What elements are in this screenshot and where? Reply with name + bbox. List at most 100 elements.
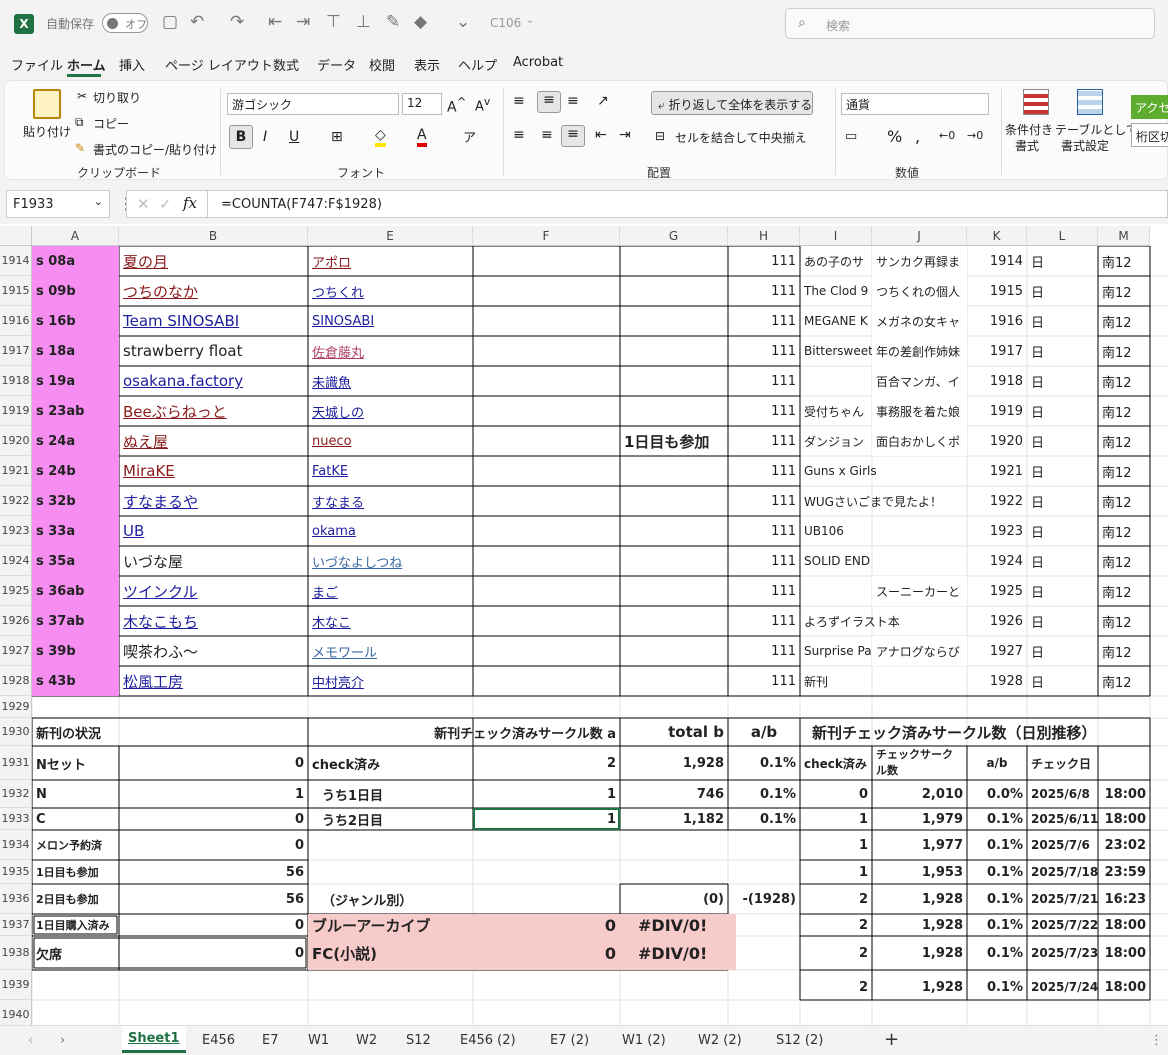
trend-time[interactable]: 18:00	[1098, 974, 1150, 1000]
sheet-tab-3[interactable]: W1	[308, 1033, 329, 1048]
cell-h-code[interactable]: 111	[728, 516, 800, 546]
cell-i-title[interactable]: あの子のサ	[800, 246, 872, 276]
genre-name[interactable]: ブルーアーカイブ	[308, 914, 473, 936]
trend-header-date[interactable]: チェック日	[1027, 746, 1098, 780]
cell-h-code[interactable]: 111	[728, 636, 800, 666]
trend-checked[interactable]: 1	[800, 830, 872, 860]
cell-e-author[interactable]: 未識魚	[308, 366, 473, 396]
cell-k-number[interactable]: 1921	[967, 456, 1027, 486]
trend-ab[interactable]: 0.1%	[967, 808, 1027, 830]
cell-e-author[interactable]: アポロ	[308, 246, 473, 276]
row-header-1930[interactable]: 1930	[0, 718, 32, 746]
check-row-b[interactable]: 746	[620, 780, 728, 808]
cell-b-circle-name[interactable]: つちのなか	[119, 276, 308, 306]
cancel-icon[interactable]: ✕	[137, 195, 150, 213]
genre-ratio[interactable]: #DIV/0!	[620, 936, 736, 970]
cell-m-area[interactable]: 南12	[1098, 306, 1150, 336]
genre-g[interactable]: (0)	[620, 884, 728, 914]
underline-button[interactable]: U	[289, 129, 299, 145]
cell-a-space[interactable]: s 24a	[32, 426, 119, 456]
cell-k-number[interactable]: 1926	[967, 606, 1027, 636]
copy-button[interactable]: コピー	[93, 115, 129, 132]
add-sheet-icon[interactable]: +	[884, 1029, 899, 1050]
genre-count[interactable]: 0	[473, 914, 620, 936]
trend-count[interactable]: 1,953	[872, 860, 967, 884]
cell-h-code[interactable]: 111	[728, 366, 800, 396]
cell-h-code[interactable]: 111	[728, 546, 800, 576]
cell-e-author[interactable]: いづなよしつね	[308, 546, 473, 576]
trend-ab[interactable]: 0.1%	[967, 830, 1027, 860]
toolbar-icon-1[interactable]: ⇤	[268, 12, 282, 32]
status-value[interactable]: 0	[119, 936, 308, 970]
cell-m-area[interactable]: 南12	[1098, 276, 1150, 306]
cell-k-number[interactable]: 1917	[967, 336, 1027, 366]
tab-data[interactable]: データ	[317, 55, 356, 74]
trend-time[interactable]: 18:00	[1098, 936, 1150, 970]
column-header-g[interactable]: G	[620, 226, 728, 246]
status-label[interactable]: C	[32, 808, 119, 830]
trend-date[interactable]: 2025/7/21	[1027, 884, 1098, 914]
tab-page-layout[interactable]: ページ レイアウト	[165, 55, 273, 74]
check-header-b[interactable]: total b	[620, 718, 728, 746]
align-left-icon[interactable]: ≡	[513, 127, 525, 143]
trend-header-ab[interactable]: a/b	[967, 746, 1027, 780]
cell-h-code[interactable]: 111	[728, 426, 800, 456]
check-row-ab[interactable]: 0.1%	[728, 780, 800, 808]
cell-m-area[interactable]: 南12	[1098, 426, 1150, 456]
bold-button[interactable]: B	[229, 125, 253, 149]
cell-a-space[interactable]: s 23ab	[32, 396, 119, 426]
sheet-tab-9[interactable]: W2 (2)	[698, 1033, 742, 1048]
cell-i-title[interactable]	[800, 366, 872, 396]
cell-a-space[interactable]: s 09b	[32, 276, 119, 306]
cell-j-description[interactable]: スーニーカーと	[872, 576, 967, 606]
align-right-icon[interactable]: ≡	[561, 125, 585, 147]
cell-l-day[interactable]: 日	[1027, 366, 1098, 396]
check-row-label[interactable]: うち2日目	[308, 808, 473, 830]
genre-h[interactable]: -(1928)	[728, 884, 800, 914]
cell-b-circle-name[interactable]: Team SINOSABI	[119, 306, 308, 336]
format-painter-icon[interactable]: ✎	[75, 141, 85, 155]
cell-e-author[interactable]: 佐倉藤丸	[308, 336, 473, 366]
scroll-right-icon[interactable]: ›	[60, 1033, 65, 1048]
cell-b-circle-name[interactable]: ツインクル	[119, 576, 308, 606]
brush-icon[interactable]: ✎	[386, 12, 400, 32]
align-bottom-icon[interactable]: ≡	[567, 93, 579, 109]
row-header-1936[interactable]: 1936	[0, 884, 32, 914]
trend-checked[interactable]: 2	[800, 936, 872, 970]
column-header-e[interactable]: E	[308, 226, 473, 246]
cell-i-title[interactable]	[800, 576, 872, 606]
row-header-1925[interactable]: 1925	[0, 576, 32, 606]
sheet-tab-4[interactable]: W2	[356, 1033, 377, 1048]
increase-indent-icon[interactable]: ⇥	[619, 127, 631, 143]
cut-button[interactable]: 切り取り	[93, 89, 141, 106]
cell-m-area[interactable]: 南12	[1098, 576, 1150, 606]
trend-date[interactable]: 2025/7/18	[1027, 860, 1098, 884]
spreadsheet-grid[interactable]: A B E F G H I J K L M 1914 1915 1916 1917 1918 1919 1920 1…	[0, 226, 1168, 1025]
autosave-toggle[interactable]: オフ	[102, 13, 148, 33]
trend-ab[interactable]: 0.1%	[967, 860, 1027, 884]
cell-m-area[interactable]: 南12	[1098, 366, 1150, 396]
align-top-icon[interactable]: ≡	[513, 93, 525, 109]
tab-acrobat[interactable]: Acrobat	[513, 55, 563, 70]
cell-e-author[interactable]: メモワール	[308, 636, 473, 666]
merge-icon[interactable]: ⊟	[655, 129, 665, 143]
cell-k-number[interactable]: 1918	[967, 366, 1027, 396]
cell-b-circle-name[interactable]: 喫茶わふ〜	[119, 636, 308, 666]
orientation-icon[interactable]: ↗	[597, 93, 609, 109]
trend-count[interactable]: 1,928	[872, 974, 967, 1000]
cell-b-circle-name[interactable]: 木なこもち	[119, 606, 308, 636]
cell-l-day[interactable]: 日	[1027, 606, 1098, 636]
cell-e-author[interactable]: 木なこ	[308, 606, 473, 636]
cell-a-space[interactable]: s 32b	[32, 486, 119, 516]
row-header-1924[interactable]: 1924	[0, 546, 32, 576]
cell-b-circle-name[interactable]: osakana.factory	[119, 366, 308, 396]
row-header-1934[interactable]: 1934	[0, 830, 32, 860]
borders-icon[interactable]: ⊞	[331, 129, 343, 145]
status-value[interactable]: 56	[119, 860, 308, 884]
font-size-select[interactable]: 12	[402, 93, 442, 115]
status-value[interactable]: 0	[119, 830, 308, 860]
cell-a-space[interactable]: s 08a	[32, 246, 119, 276]
currency-icon[interactable]: ▭	[845, 129, 857, 144]
cell-a-space[interactable]: s 19a	[32, 366, 119, 396]
cell-e-author[interactable]: 天城しの	[308, 396, 473, 426]
